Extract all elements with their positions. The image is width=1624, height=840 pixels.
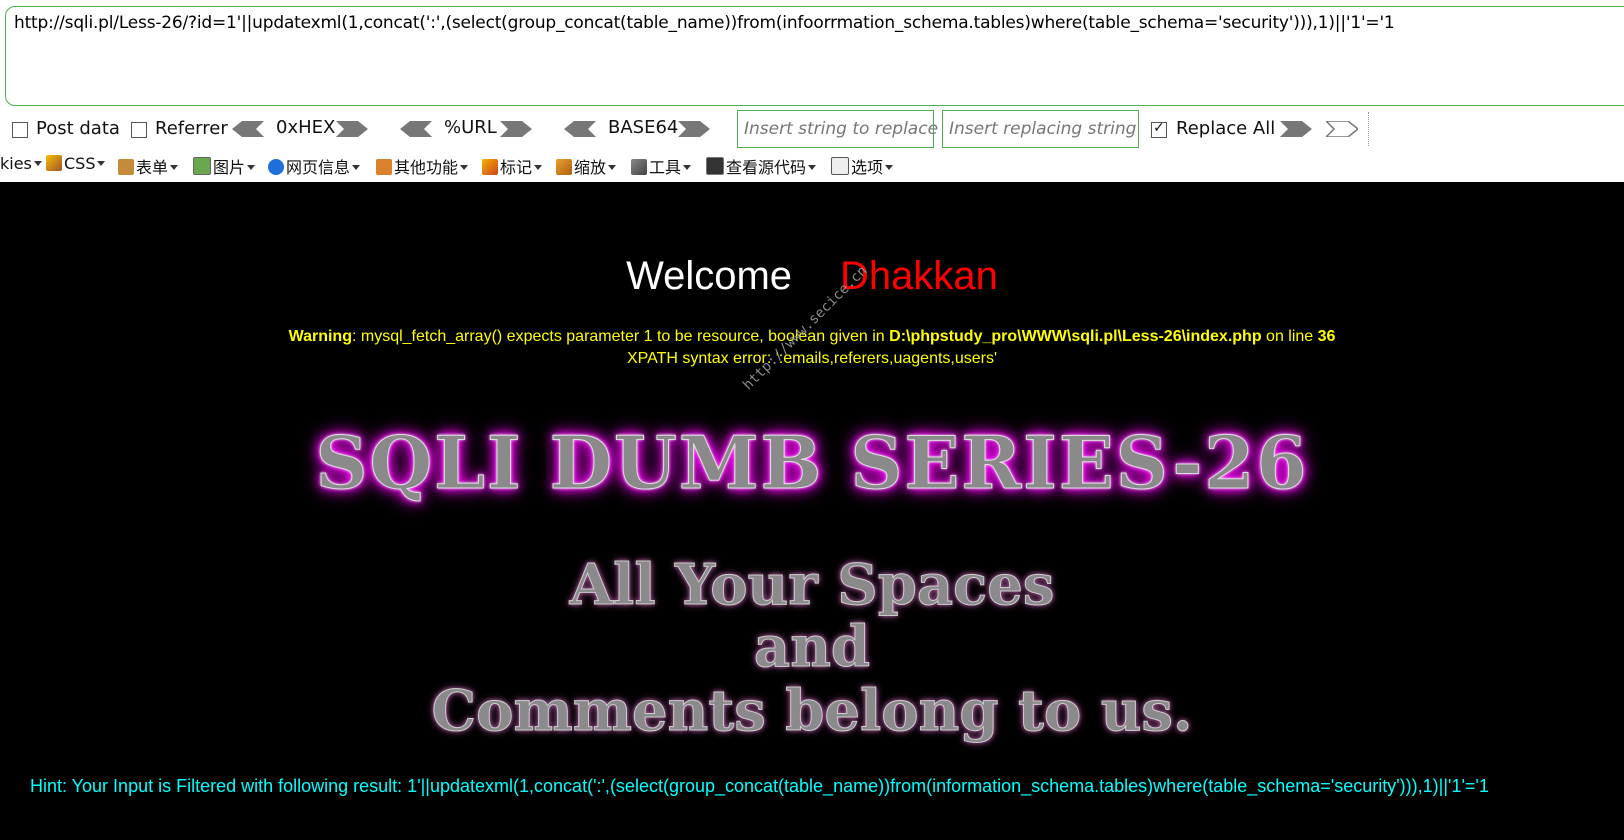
- filter-hint: Hint: Your Input is Filtered with follow…: [30, 776, 1489, 796]
- replace-all-checkbox[interactable]: ✓: [1151, 120, 1167, 138]
- toolbar-divider: [1368, 112, 1369, 146]
- menu-misc-label: 其他功能: [394, 158, 459, 177]
- hex-label: 0xHEX: [276, 117, 336, 138]
- slogan-line-2: and: [753, 614, 871, 681]
- source-code-icon: [706, 157, 724, 175]
- base64-label: BASE64: [608, 117, 679, 138]
- menu-tools[interactable]: 工具: [631, 154, 692, 178]
- replace-search-input[interactable]: Insert string to replace: [737, 110, 938, 148]
- hackbar-toolbar: Post data Referrer 0xHEX %URL BASE64 Ins…: [0, 110, 1624, 148]
- menu-misc[interactable]: 其他功能: [376, 154, 469, 178]
- base64-decode-arrow-icon[interactable]: [564, 121, 596, 137]
- welcome-heading: Welcome Dhakkan: [0, 254, 1624, 299]
- menu-resize[interactable]: 缩放: [556, 154, 617, 178]
- menu-cookies-label: kies: [0, 154, 32, 173]
- css-wand-icon: [46, 155, 62, 171]
- menu-view-source-label: 查看源代码: [726, 158, 807, 177]
- replace-search-placeholder: Insert string to replace: [744, 119, 939, 139]
- replace-with-input[interactable]: Insert replacing string: [942, 110, 1139, 148]
- menu-tools-label: 工具: [649, 158, 682, 177]
- menu-options[interactable]: 选项: [831, 154, 894, 178]
- chevron-down-icon: [170, 165, 179, 170]
- form-clipboard-icon: [118, 159, 134, 175]
- warning-line-number: 36: [1317, 328, 1336, 345]
- menu-forms[interactable]: 表单: [118, 154, 179, 178]
- hackbar-panel: http://sqli.pl/Less-26/?id=1'||updatexml…: [0, 0, 1624, 182]
- referrer-checkbox[interactable]: [131, 122, 147, 138]
- chevron-down-icon: [808, 165, 817, 170]
- chevron-down-icon: [534, 165, 543, 170]
- menu-images-label: 图片: [213, 158, 246, 177]
- url-encode-label: %URL: [444, 117, 497, 138]
- menu-page-info[interactable]: 网页信息: [268, 154, 361, 178]
- image-icon: [193, 157, 211, 175]
- book-icon: [376, 159, 392, 175]
- checkmark-icon: ✓: [1153, 120, 1165, 136]
- series-title-banner: SQLI DUMB SERIES-26: [315, 420, 1309, 506]
- chevron-down-icon: [33, 161, 42, 166]
- base64-encode-arrow-icon[interactable]: [678, 121, 710, 137]
- chevron-down-icon: [885, 165, 894, 170]
- chevron-down-icon: [683, 165, 692, 170]
- chevron-down-icon: [352, 165, 361, 170]
- chevron-down-icon: [97, 161, 106, 166]
- menu-outline-label: 标记: [500, 158, 533, 177]
- menu-css-label: CSS: [64, 154, 96, 173]
- menu-css[interactable]: CSS: [46, 154, 106, 173]
- referrer-label[interactable]: Referrer: [155, 118, 228, 139]
- url-decode-arrow-icon[interactable]: [400, 121, 432, 137]
- warning-path: D:\phpstudy_pro\WWW\sqli.pl\Less-26\inde…: [889, 328, 1262, 345]
- slogan-line-1: All Your Spaces: [569, 552, 1055, 619]
- chevron-down-icon: [608, 165, 617, 170]
- hex-encode-arrow-icon[interactable]: [336, 121, 368, 137]
- menu-images[interactable]: 图片: [193, 154, 256, 178]
- tools-icon: [631, 159, 647, 175]
- webdev-menu-bar: kies CSS 表单 图片 网页信息 其他功能 标记 缩放 工具 查看源代码 …: [0, 152, 1624, 180]
- ruler-icon: [556, 159, 572, 175]
- replace-with-placeholder: Insert replacing string: [949, 119, 1137, 139]
- welcome-text: Welcome: [626, 254, 793, 298]
- menu-resize-label: 缩放: [574, 158, 607, 177]
- warning-prefix: Warning: [288, 328, 352, 345]
- menu-outline[interactable]: 标记: [482, 154, 543, 178]
- options-icon: [831, 157, 849, 175]
- chevron-down-icon: [247, 165, 256, 170]
- post-data-label[interactable]: Post data: [36, 118, 120, 139]
- replace-execute-arrow-icon[interactable]: [1326, 121, 1358, 137]
- hex-decode-arrow-icon[interactable]: [232, 121, 264, 137]
- menu-cookies[interactable]: kies: [0, 154, 42, 173]
- menu-page-info-label: 网页信息: [286, 158, 351, 177]
- post-data-checkbox[interactable]: [12, 122, 28, 138]
- menu-options-label: 选项: [851, 158, 884, 177]
- menu-view-source[interactable]: 查看源代码: [706, 154, 817, 178]
- replace-all-label[interactable]: Replace All: [1176, 118, 1275, 139]
- page-content: Welcome Dhakkan Warning: mysql_fetch_arra…: [0, 182, 1624, 840]
- url-encode-arrow-icon[interactable]: [500, 121, 532, 137]
- menu-forms-label: 表单: [136, 158, 169, 177]
- info-icon: [268, 159, 284, 175]
- warning-line-text: on line: [1261, 328, 1318, 345]
- url-value[interactable]: http://sqli.pl/Less-26/?id=1'||updatexml…: [14, 13, 1395, 33]
- url-textarea[interactable]: http://sqli.pl/Less-26/?id=1'||updatexml…: [5, 6, 1624, 106]
- pencil-icon: [482, 159, 498, 175]
- replace-forward-arrow-icon[interactable]: [1280, 121, 1312, 137]
- slogan-line-3: Comments belong to us.: [431, 678, 1193, 745]
- xpath-error: XPATH syntax error: ':emails,referers,ua…: [626, 350, 998, 367]
- chevron-down-icon: [460, 165, 469, 170]
